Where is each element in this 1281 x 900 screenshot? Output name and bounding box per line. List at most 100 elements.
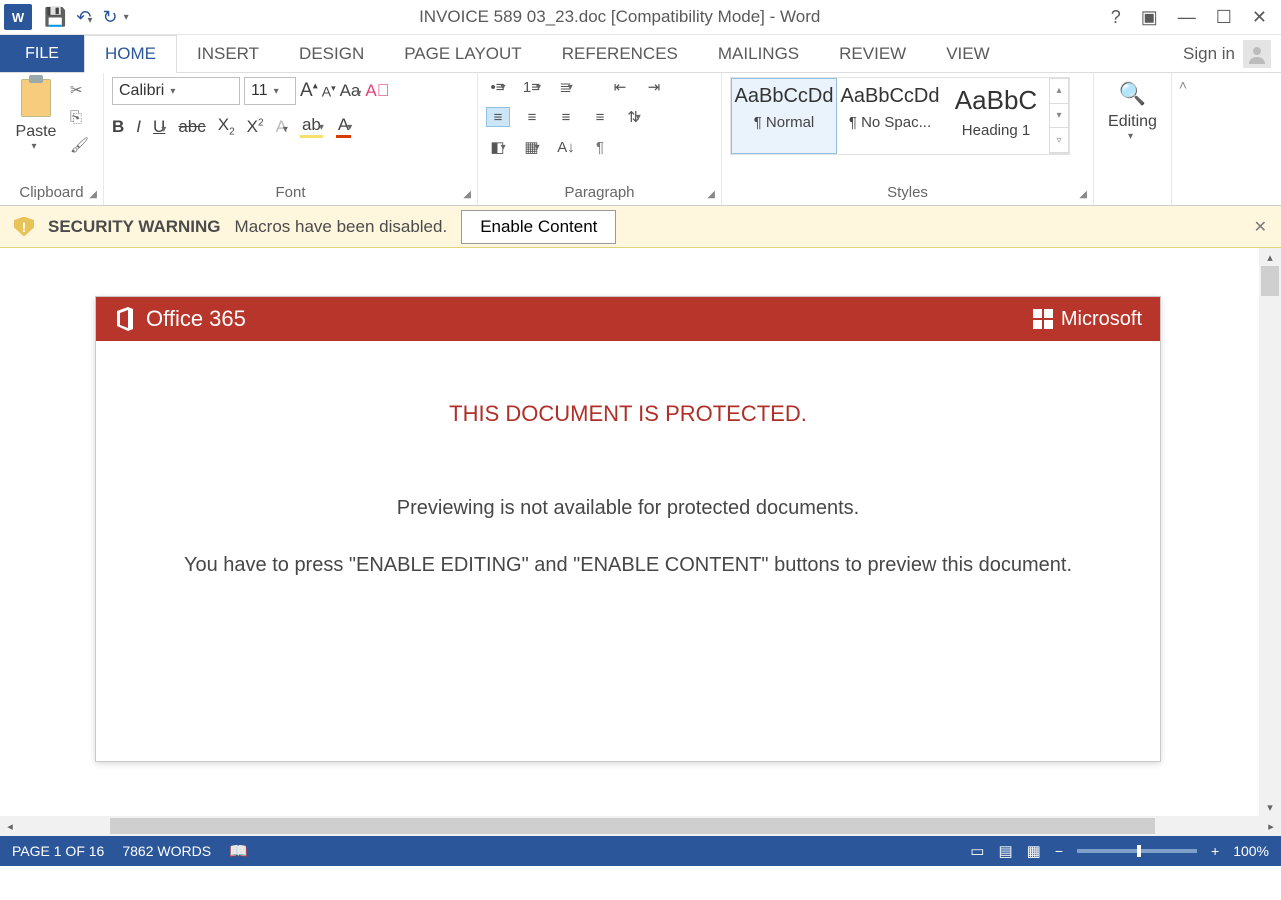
text-effects-icon[interactable]: A▾ [276, 117, 288, 137]
save-icon[interactable]: 💾 [44, 7, 66, 28]
zoom-in-icon[interactable]: + [1211, 843, 1219, 859]
highlight-icon[interactable]: ab▾ [300, 115, 324, 138]
styles-expand-icon[interactable]: ▿ [1050, 128, 1068, 153]
font-size-combo[interactable]: 11▾ [244, 77, 296, 105]
document-page: Office 365 Microsoft THIS DOCUMENT IS PR… [95, 296, 1161, 762]
styles-gallery-scroll[interactable]: ▴ ▾ ▿ [1049, 78, 1069, 154]
ribbon: Paste ▾ ✂ ⎘ 🖌 Clipboard ◢ Calibri▾ 11▾ A… [0, 73, 1281, 206]
style-normal[interactable]: AaBbCcDd ¶ Normal [731, 78, 837, 154]
redo-icon[interactable]: ↻ [103, 7, 118, 28]
security-bar-close-icon[interactable]: ✕ [1254, 217, 1267, 237]
align-left-icon[interactable]: ≡ [486, 107, 510, 127]
editing-dropdown-icon[interactable]: ▾ [1128, 131, 1133, 142]
tab-review[interactable]: REVIEW [819, 35, 926, 72]
group-styles: AaBbCcDd ¶ Normal AaBbCcDd ¶ No Spac... … [722, 73, 1094, 205]
document-viewport[interactable]: Office 365 Microsoft THIS DOCUMENT IS PR… [0, 248, 1259, 816]
tab-references[interactable]: REFERENCES [542, 35, 698, 72]
bullets-icon[interactable]: •≡▾ [486, 77, 510, 97]
avatar-icon [1243, 40, 1271, 68]
font-color-icon[interactable]: A▾ [336, 115, 352, 138]
zoom-level[interactable]: 100% [1233, 843, 1269, 859]
decrease-indent-icon[interactable]: ⇤ [608, 77, 632, 97]
print-layout-icon[interactable]: ▤ [998, 842, 1012, 860]
shrink-font-icon[interactable]: A▾ [322, 83, 336, 100]
style-heading-1[interactable]: AaBbC Heading 1 [943, 78, 1049, 154]
tab-insert[interactable]: INSERT [177, 35, 279, 72]
help-icon[interactable]: ? [1111, 7, 1121, 28]
office365-banner: Office 365 Microsoft [96, 297, 1160, 341]
styles-scroll-down-icon[interactable]: ▾ [1050, 104, 1068, 129]
grow-font-icon[interactable]: A▴ [300, 80, 318, 102]
style-no-spacing[interactable]: AaBbCcDd ¶ No Spac... [837, 78, 943, 154]
font-dialog-launcher-icon[interactable]: ◢ [463, 189, 471, 200]
tab-home[interactable]: HOME [84, 35, 177, 73]
close-icon[interactable]: ✕ [1252, 7, 1267, 28]
horizontal-scrollbar[interactable]: ◂ ▸ [0, 816, 1281, 836]
vertical-scroll-thumb[interactable] [1261, 266, 1279, 296]
clear-formatting-icon[interactable]: A⃠ [365, 81, 389, 101]
minimize-icon[interactable]: — [1178, 7, 1196, 28]
security-warning-bar: ! SECURITY WARNING Macros have been disa… [0, 206, 1281, 248]
vertical-scrollbar[interactable]: ▴ ▾ [1259, 248, 1281, 816]
microsoft-label: Microsoft [1061, 308, 1142, 331]
office365-label: Office 365 [146, 306, 246, 332]
change-case-icon[interactable]: Aa▾ [340, 81, 362, 101]
shading-icon[interactable]: ◧▾ [486, 137, 510, 157]
maximize-icon[interactable]: ☐ [1216, 7, 1232, 28]
align-right-icon[interactable]: ≡ [554, 107, 578, 127]
spelling-icon[interactable]: 📖 [229, 842, 248, 860]
enable-content-button[interactable]: Enable Content [461, 210, 616, 244]
align-center-icon[interactable]: ≡ [520, 107, 544, 127]
copy-icon[interactable]: ⎘ [70, 109, 89, 126]
numbering-icon[interactable]: 1≡▾ [520, 77, 544, 97]
subscript-button[interactable]: X2 [218, 115, 235, 137]
web-layout-icon[interactable]: ▦ [1027, 842, 1041, 860]
word-count[interactable]: 7862 WORDS [122, 843, 211, 859]
group-paragraph-label: Paragraph [486, 182, 713, 205]
paragraph-dialog-launcher-icon[interactable]: ◢ [707, 189, 715, 200]
collapse-ribbon-icon[interactable]: ˄ [1172, 73, 1194, 205]
bold-button[interactable]: B [112, 117, 124, 137]
font-name-combo[interactable]: Calibri▾ [112, 77, 240, 105]
sort-icon[interactable]: A↓ [554, 137, 578, 157]
scroll-up-icon[interactable]: ▴ [1267, 248, 1273, 266]
quick-access-toolbar: 💾 ↶▾ ↻ ▾ [44, 7, 129, 28]
find-icon[interactable]: 🔍 [1119, 81, 1146, 107]
paste-button[interactable]: Paste ▾ [8, 77, 64, 152]
scroll-down-icon[interactable]: ▾ [1267, 798, 1273, 816]
justify-icon[interactable]: ≡ [588, 107, 612, 127]
superscript-button[interactable]: X2 [247, 117, 264, 137]
title-bar: W 💾 ↶▾ ↻ ▾ INVOICE 589 03_23.doc [Compat… [0, 0, 1281, 35]
line-spacing-icon[interactable]: ⇅▾ [622, 107, 646, 127]
tab-view[interactable]: VIEW [926, 35, 1009, 72]
zoom-slider[interactable] [1077, 849, 1197, 853]
tab-mailings[interactable]: MAILINGS [698, 35, 819, 72]
ribbon-display-options-icon[interactable]: ▣ [1141, 7, 1158, 28]
format-painter-icon[interactable]: 🖌 [70, 136, 89, 154]
styles-dialog-launcher-icon[interactable]: ◢ [1079, 189, 1087, 200]
italic-button[interactable]: I [136, 117, 141, 137]
zoom-out-icon[interactable]: − [1055, 843, 1063, 859]
tab-design[interactable]: DESIGN [279, 35, 384, 72]
document-body: THIS DOCUMENT IS PROTECTED. Previewing i… [96, 341, 1160, 761]
page-indicator[interactable]: PAGE 1 OF 16 [12, 843, 104, 859]
increase-indent-icon[interactable]: ⇥ [642, 77, 666, 97]
tab-file[interactable]: FILE [0, 35, 84, 72]
borders-icon[interactable]: ▦▾ [520, 137, 544, 157]
show-marks-icon[interactable]: ¶ [588, 137, 612, 157]
group-font: Calibri▾ 11▾ A▴ A▾ Aa▾ A⃠ B I U▾ abc X2 … [104, 73, 478, 205]
horizontal-scroll-thumb[interactable] [110, 818, 1155, 834]
scroll-left-icon[interactable]: ◂ [0, 816, 20, 836]
tab-page-layout[interactable]: PAGE LAYOUT [384, 35, 541, 72]
paste-dropdown-icon[interactable]: ▾ [31, 141, 36, 152]
read-mode-icon[interactable]: ▭ [970, 842, 984, 860]
styles-scroll-up-icon[interactable]: ▴ [1050, 79, 1068, 104]
clipboard-dialog-launcher-icon[interactable]: ◢ [89, 189, 97, 200]
underline-button[interactable]: U▾ [153, 117, 166, 137]
sign-in[interactable]: Sign in [1183, 35, 1281, 72]
multilevel-list-icon[interactable]: ≣▾ [554, 77, 578, 97]
strikethrough-button[interactable]: abc [178, 117, 205, 137]
cut-icon[interactable]: ✂ [70, 81, 89, 99]
scroll-right-icon[interactable]: ▸ [1261, 816, 1281, 836]
undo-icon[interactable]: ↶▾ [76, 7, 92, 28]
